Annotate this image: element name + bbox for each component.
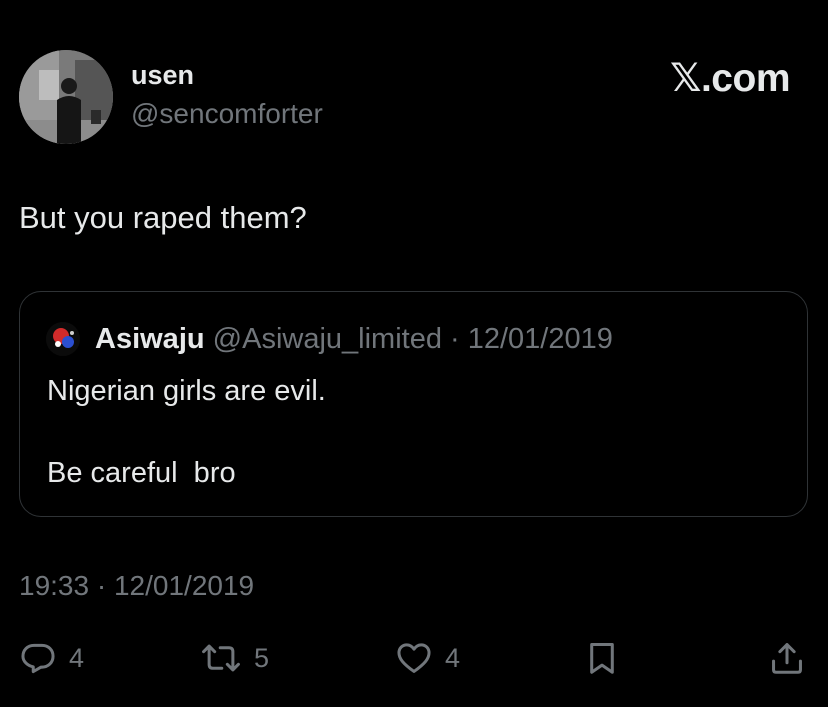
share-upload-icon	[772, 643, 802, 674]
bookmark-icon	[590, 643, 614, 674]
timestamp-separator: ·	[89, 570, 114, 601]
quoted-display-name[interactable]: Asiwaju	[95, 323, 205, 355]
quoted-author-avatar[interactable]	[46, 322, 80, 356]
quoted-text-line-2: Be careful bro	[47, 457, 236, 489]
quoted-separator: ·	[441, 323, 468, 355]
repost-count: 5	[254, 642, 270, 673]
heart-icon	[397, 643, 431, 673]
repost-button[interactable]: 5	[200, 638, 269, 678]
quoted-date: 12/01/2019	[467, 323, 613, 355]
tweet-text: But you raped them?	[19, 200, 307, 235]
author-avatar[interactable]	[19, 50, 113, 144]
user-photo-avatar	[19, 50, 113, 144]
quoted-avatar-icon	[46, 322, 80, 356]
x-brand-logo: 𝕏.com	[670, 57, 790, 100]
quoted-tweet-header: Asiwaju @Asiwaju_limited · 12/01/2019	[95, 323, 613, 356]
tweet-date: 12/01/2019	[113, 570, 255, 601]
like-button[interactable]: 4	[395, 638, 460, 678]
share-button[interactable]	[768, 638, 806, 678]
quoted-handle[interactable]: @Asiwaju_limited	[213, 323, 442, 355]
reply-button[interactable]: 4	[19, 638, 84, 678]
like-count: 4	[445, 642, 461, 673]
reply-bubble-icon	[21, 643, 55, 674]
repost-arrows-icon	[202, 644, 240, 672]
author-display-name[interactable]: usen	[131, 60, 194, 91]
quoted-tweet-card[interactable]: Asiwaju @Asiwaju_limited · 12/01/2019 Ni…	[19, 291, 808, 517]
reply-count: 4	[69, 642, 85, 673]
quoted-text-line-1: Nigerian girls are evil.	[47, 375, 326, 407]
author-handle[interactable]: @sencomforter	[131, 98, 323, 130]
tweet-time: 19:33	[19, 570, 90, 601]
bookmark-button[interactable]	[583, 638, 621, 678]
tweet-timestamp[interactable]: 19:33 · 12/01/2019	[19, 570, 254, 602]
